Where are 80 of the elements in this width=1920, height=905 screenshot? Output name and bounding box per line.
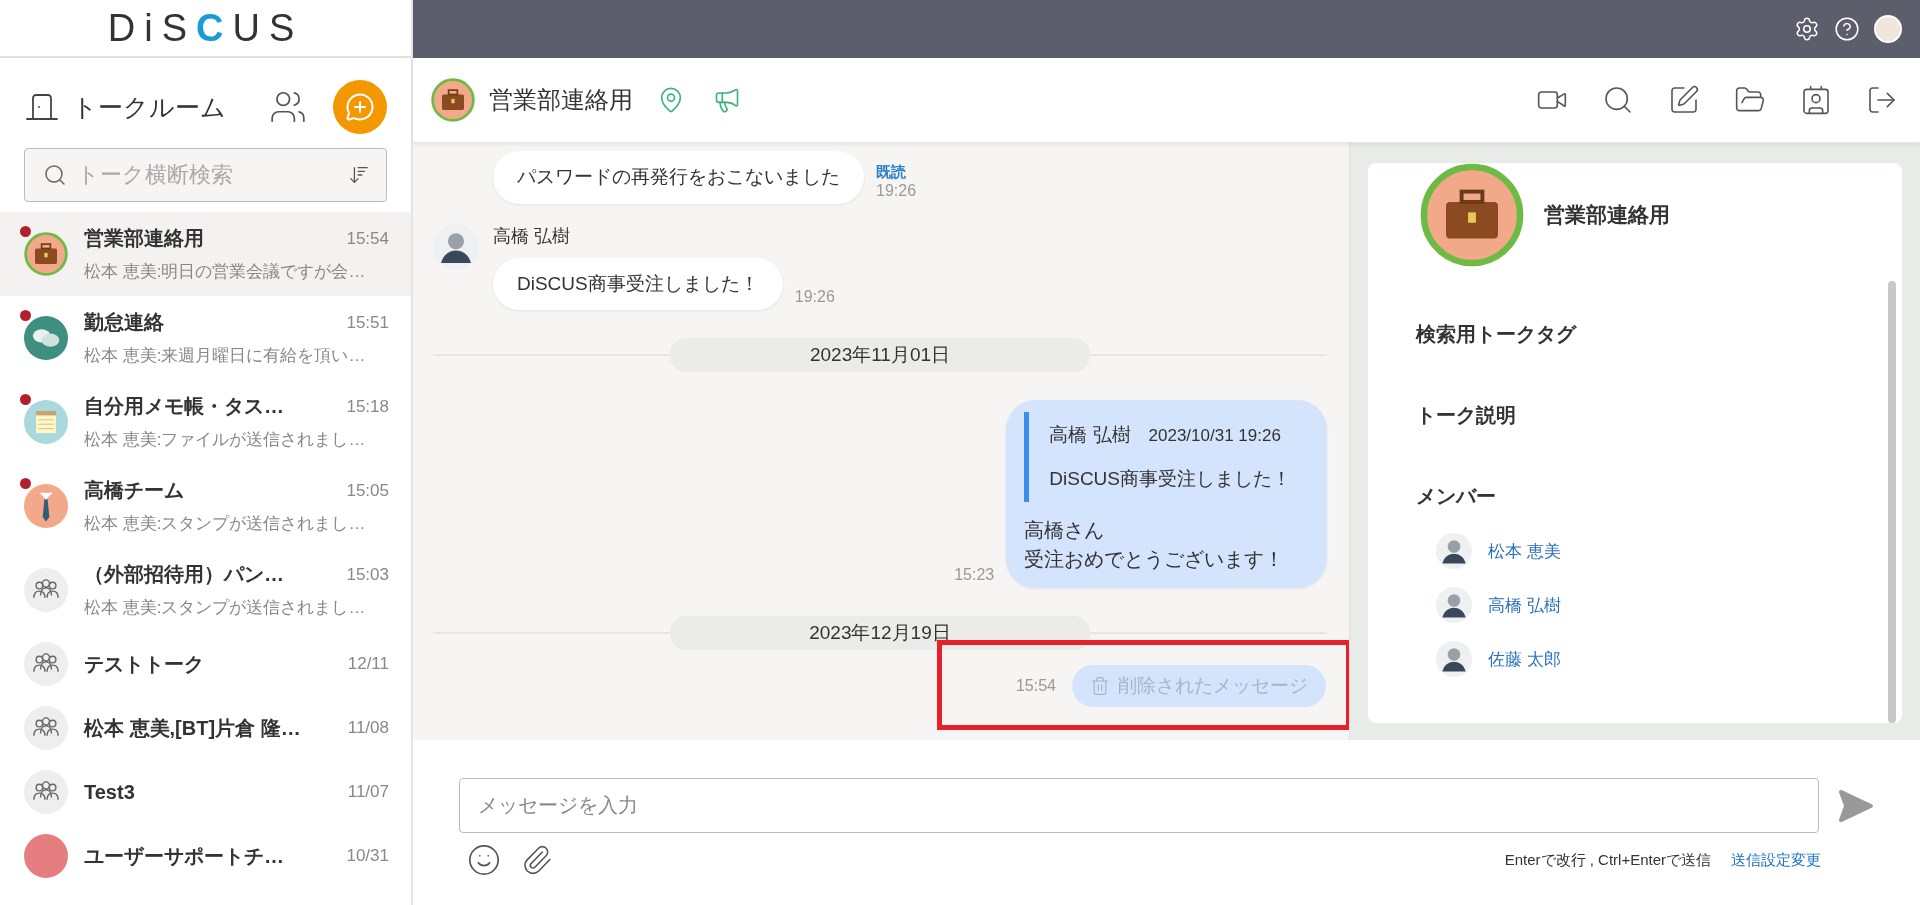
room-avatar <box>431 78 475 122</box>
settings-icon[interactable] <box>1794 16 1820 42</box>
trash-icon <box>1090 676 1110 696</box>
room-item[interactable]: Test3 11/07 <box>0 760 411 824</box>
room-time: 11/08 <box>347 718 389 738</box>
message-time: 19:26 <box>794 288 835 306</box>
room-time: 15:05 <box>346 480 389 501</box>
info-title: 営業部連絡用 <box>1544 202 1670 228</box>
member-link[interactable]: 松本 恵美 <box>1488 539 1561 563</box>
message-text: 受注おめでとうございます！ <box>1024 547 1286 572</box>
search-field[interactable]: トーク横断検索 <box>75 155 340 195</box>
contact-icon[interactable] <box>1800 84 1832 116</box>
message-time: 19:26 <box>876 181 917 200</box>
quoted-text: DiSCUS商事受注しました！ <box>1049 467 1291 491</box>
room-item[interactable]: 勤怠連絡 15:51 松本 恵美:来週月曜日に有給を頂い… <box>0 296 411 380</box>
sidebar-title: トークルーム <box>72 91 227 123</box>
room-item[interactable]: （外部招待用）パン… 15:03 松本 恵美:スタンプが送信されまし… <box>0 548 411 632</box>
room-name: 勤怠連絡 <box>84 310 164 335</box>
help-icon[interactable] <box>1834 16 1860 42</box>
quoted-time: 2023/10/31 19:26 <box>1148 426 1281 446</box>
message-time: 15:54 <box>1015 677 1056 695</box>
room-item[interactable]: ユーザーサポートチ… 10/31 <box>0 824 411 888</box>
room-item[interactable]: 営業部連絡用 15:54 松本 恵美:明日の営業会議ですが会… <box>0 212 411 296</box>
message-input[interactable]: メッセージを入力 <box>459 778 1819 833</box>
sort-icon[interactable] <box>348 164 370 186</box>
member-avatar <box>1436 533 1472 569</box>
message-text: 高橋さん <box>1024 518 1106 543</box>
sender-name: 高橋 弘樹 <box>493 224 571 248</box>
date-divider: 2023年11月01日 <box>670 338 1090 372</box>
room-preview: 松本 恵美:明日の営業会議ですが会… <box>84 261 367 283</box>
member-link[interactable]: 佐藤 太郎 <box>1488 647 1561 671</box>
member-avatar <box>1436 641 1472 677</box>
paperclip-icon[interactable] <box>521 844 553 876</box>
room-time: 12/11 <box>347 654 389 674</box>
room-item[interactable]: テストトーク 12/11 <box>0 632 411 696</box>
room-name: 営業部連絡用 <box>84 226 204 251</box>
room-preview: 松本 恵美:スタンプが送信されまし… <box>84 597 367 619</box>
search-box[interactable]: トーク横断検索 <box>24 148 387 202</box>
smile-icon[interactable] <box>467 843 501 877</box>
read-status: 既読 <box>876 162 906 182</box>
room-name: 松本 恵美,[BT]片倉 隆… <box>84 715 301 741</box>
send-settings-link[interactable]: 送信設定変更 <box>1731 850 1821 870</box>
member-link[interactable]: 高橋 弘樹 <box>1488 593 1561 617</box>
message-time: 15:23 <box>954 566 995 585</box>
chat-title: 営業部連絡用 <box>489 85 633 115</box>
chat-plus-icon <box>345 92 375 122</box>
search-icon[interactable] <box>1602 84 1634 116</box>
room-name: Test3 <box>84 780 135 804</box>
room-name: 自分用メモ帳・タス… <box>84 394 284 419</box>
room-preview: 松本 恵美:来週月曜日に有給を頂い… <box>84 345 367 367</box>
sender-avatar <box>433 223 479 270</box>
section-title: 検索用トークタグ <box>1416 322 1578 347</box>
quoted-sender: 高橋 弘樹 <box>1049 423 1131 447</box>
room-preview: 松本 恵美:スタンプが送信されまし… <box>84 513 367 535</box>
section-title: トーク説明 <box>1416 403 1517 428</box>
send-hint: Enterで改行 , Ctrl+Enterで送信 <box>1504 850 1711 870</box>
room-item[interactable]: 松本 恵美,[BT]片倉 隆… 11/08 <box>0 696 411 760</box>
room-time: 15:54 <box>346 228 389 249</box>
room-name: ユーザーサポートチ… <box>84 843 284 869</box>
room-name: テストトーク <box>84 651 204 677</box>
room-preview: 松本 恵美:ファイルが送信されまし… <box>84 429 367 451</box>
search-icon <box>43 163 67 187</box>
room-name: 高橋チーム <box>84 478 184 503</box>
megaphone-icon[interactable] <box>713 86 741 114</box>
members-title: メンバー <box>1416 484 1497 509</box>
room-item[interactable]: 高橋チーム 15:05 松本 恵美:スタンプが送信されまし… <box>0 464 411 548</box>
room-time: 11/07 <box>347 782 389 802</box>
date-divider: 2023年12月19日 <box>670 616 1090 650</box>
user-avatar[interactable] <box>1874 15 1902 43</box>
room-time: 10/31 <box>346 846 389 866</box>
room-time: 15:18 <box>346 396 389 417</box>
edit-icon[interactable] <box>1668 84 1700 116</box>
exit-icon[interactable] <box>1866 84 1898 116</box>
room-time: 15:03 <box>346 564 389 585</box>
room-time: 15:51 <box>346 312 389 333</box>
room-item[interactable]: 自分用メモ帳・タス… 15:18 松本 恵美:ファイルが送信されまし… <box>0 380 411 464</box>
message-bubble: パスワードの再発行をおこないました <box>493 151 864 204</box>
message-bubble: DiSCUS商事受注しました！ <box>493 257 783 310</box>
room-name: （外部招待用）パン… <box>84 562 284 587</box>
member-avatar <box>1436 587 1472 623</box>
